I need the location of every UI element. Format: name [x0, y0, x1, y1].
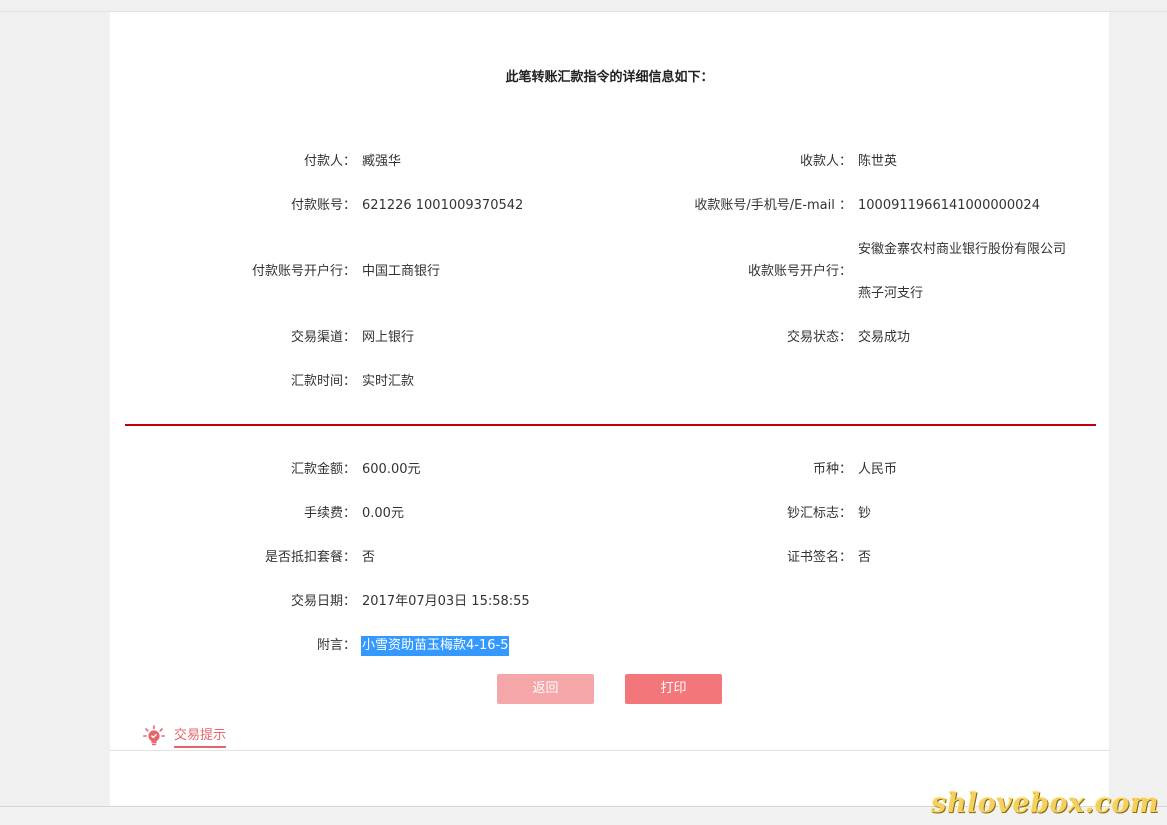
fee-value: 0.00元	[362, 506, 404, 521]
tips-bar: 交易提示	[110, 710, 1109, 751]
payer-bank-label: 付款账号开户行：	[251, 264, 356, 279]
fee-row: 手续费： 0.00元 钞汇标志： 钞	[110, 504, 1109, 524]
payee-bank-line2: 燕子河支行	[858, 284, 923, 304]
cert-sign-value: 否	[858, 550, 872, 565]
package-deduct-label: 是否抵扣套餐：	[264, 550, 356, 565]
transfer-detail-panel: 此笔转账汇款指令的详细信息如下： 付款人： 臧强华 收款人： 陈世英 付款账号：…	[110, 12, 1109, 806]
lightbulb-icon	[143, 725, 166, 747]
memo-label: 附言：	[316, 638, 356, 653]
payer-row: 付款人： 臧强华 收款人： 陈世英	[110, 152, 1109, 172]
trade-date-value: 2017年07月03日 15:58:55	[362, 594, 530, 609]
payer-account-value: 621226 1001009370542	[362, 198, 524, 213]
payee-bank-label: 收款账号开户行：	[747, 264, 852, 279]
back-button[interactable]: 返回	[497, 674, 594, 704]
channel-label: 交易渠道：	[290, 330, 356, 345]
section-divider	[125, 424, 1096, 426]
amount-value: 600.00元	[362, 462, 421, 477]
payer-account-label: 付款账号：	[290, 198, 356, 213]
amount-label: 汇款金额：	[290, 462, 356, 477]
date-row: 交易日期： 2017年07月03日 15:58:55	[110, 592, 1109, 612]
account-row: 付款账号： 621226 1001009370542 收款账号/手机号/E-ma…	[110, 196, 1109, 216]
channel-value: 网上银行	[362, 330, 415, 345]
trade-date-label: 交易日期：	[290, 594, 356, 609]
top-strip	[0, 0, 1167, 12]
payee-bank-value-line1: 安徽金寨农村商业银行股份有限公司	[858, 242, 1067, 257]
watermark: shlovebox.com	[931, 788, 1159, 819]
fee-label: 手续费：	[303, 506, 356, 521]
tips-tab[interactable]: 交易提示	[174, 724, 227, 748]
remit-time-row: 汇款时间： 实时汇款	[110, 372, 1109, 392]
status-value: 交易成功	[858, 330, 911, 345]
channel-row: 交易渠道： 网上银行 交易状态： 交易成功	[110, 328, 1109, 348]
package-row: 是否抵扣套餐： 否 证书签名： 否	[110, 548, 1109, 568]
payee-label: 收款人：	[799, 154, 852, 169]
payee-bank-line1: 安徽金寨农村商业银行股份有限公司	[858, 240, 1066, 260]
payee-bank-value-line2: 燕子河支行	[858, 286, 924, 301]
payer-label: 付款人：	[303, 154, 356, 169]
currency-value: 人民币	[858, 462, 898, 477]
payee-value: 陈世英	[858, 154, 898, 169]
remit-time-label: 汇款时间：	[290, 374, 356, 389]
memo-row: 附言： 小雪资助苗玉梅款4-16-5	[110, 636, 1109, 656]
cash-flag-label: 钞汇标志：	[786, 506, 852, 521]
cash-flag-value: 钞	[858, 506, 872, 521]
payer-value: 臧强华	[362, 154, 402, 169]
amount-row: 汇款金额： 600.00元 币种： 人民币	[110, 460, 1109, 480]
memo-value: 小雪资助苗玉梅款4-16-5	[361, 636, 510, 656]
payee-account-label: 收款账号/手机号/E-mail ：	[694, 198, 852, 213]
package-deduct-value: 否	[362, 550, 376, 565]
currency-label: 币种：	[812, 462, 852, 477]
bank-row: 付款账号开户行： 中国工商银行 收款账号开户行：	[110, 262, 1109, 282]
print-button[interactable]: 打印	[625, 674, 722, 704]
cert-sign-label: 证书签名：	[786, 550, 852, 565]
payer-bank-value: 中国工商银行	[362, 264, 441, 279]
page-title: 此笔转账汇款指令的详细信息如下：	[505, 70, 714, 85]
remit-time-value: 实时汇款	[362, 374, 415, 389]
status-label: 交易状态：	[786, 330, 852, 345]
payee-account-value: 1000911966141000000024	[858, 198, 1040, 213]
